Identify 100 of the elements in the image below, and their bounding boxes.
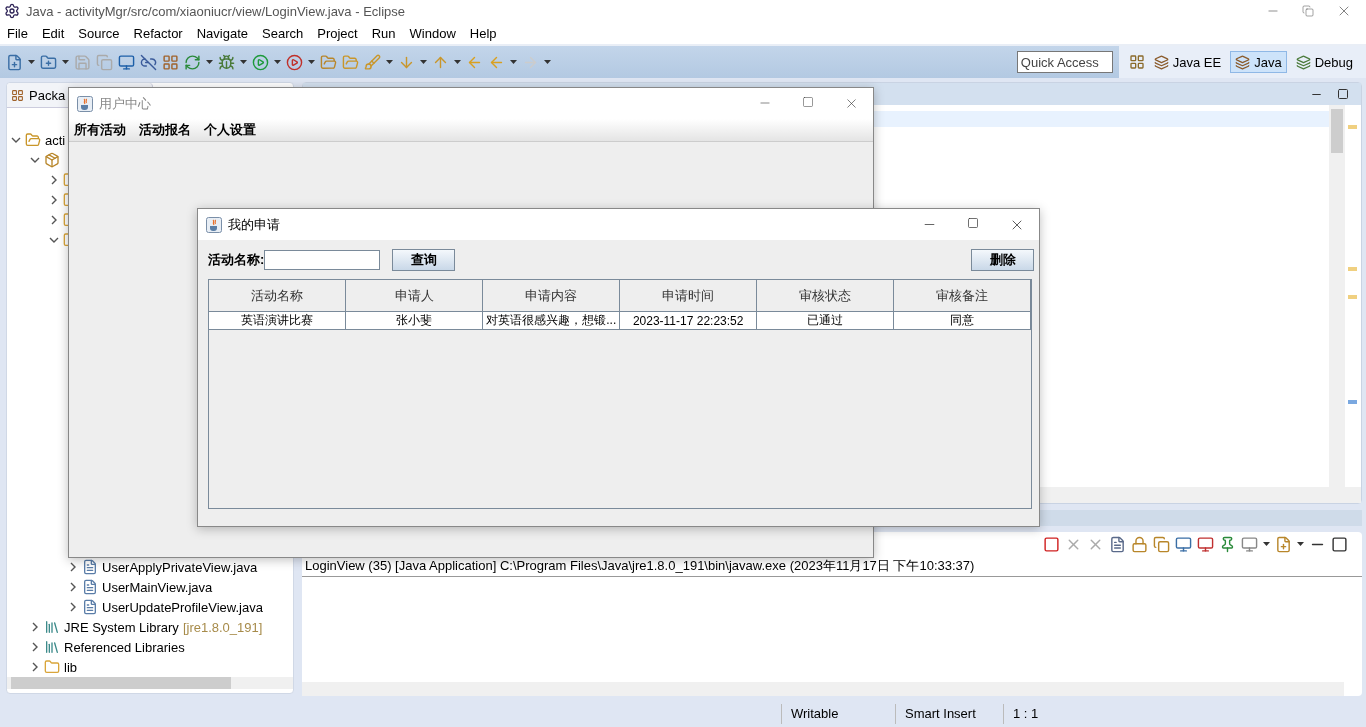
perspective-button[interactable]: Debug (1290, 51, 1358, 73)
pin-icon[interactable] (1219, 535, 1236, 553)
column-header[interactable]: 申请内容 (482, 280, 620, 312)
menu-item[interactable]: 活动报名 (139, 121, 191, 139)
scroll-lock-icon[interactable] (1131, 535, 1148, 553)
menu-item[interactable]: 所有活动 (74, 121, 126, 139)
vertical-scrollbar[interactable] (1329, 105, 1345, 487)
caret-icon[interactable] (206, 60, 213, 64)
perspective-button[interactable]: Java EE (1148, 51, 1227, 73)
tree-item[interactable]: JRE System Library (64, 619, 179, 635)
tree-item[interactable]: UserUpdateProfileView.java (102, 599, 263, 615)
caret-icon[interactable] (240, 60, 247, 64)
java-cup-icon (206, 216, 222, 233)
caret-icon[interactable] (544, 60, 551, 64)
show-error-icon[interactable] (1197, 535, 1214, 553)
menu-item[interactable]: Source (73, 25, 125, 41)
refresh-icon[interactable] (184, 53, 201, 71)
tree-item[interactable]: acti (45, 132, 66, 148)
menu-item[interactable]: Refactor (128, 25, 188, 41)
query-button[interactable]: 查询 (392, 249, 456, 271)
display-console-icon[interactable] (1241, 535, 1258, 553)
column-header[interactable]: 审核备注 (893, 280, 1031, 312)
chevron-right-icon[interactable] (68, 582, 78, 592)
stop-icon[interactable] (1043, 535, 1060, 553)
close-icon[interactable] (844, 96, 859, 111)
menu-item[interactable]: Project (312, 25, 363, 41)
perspective-button[interactable]: Java (1230, 51, 1287, 73)
caret-icon[interactable] (274, 60, 281, 64)
menu-item[interactable]: Run (366, 25, 401, 41)
menu-item[interactable]: Navigate (191, 25, 253, 41)
column-header[interactable]: 申请时间 (619, 280, 757, 312)
chevron-right-icon[interactable] (49, 195, 59, 205)
project-folder-icon (25, 132, 41, 148)
quick-access-field[interactable]: Quick Access (1016, 51, 1113, 73)
java-file-icon (82, 559, 98, 575)
caret-icon[interactable] (62, 60, 69, 64)
field-label: 活动名称: (208, 251, 265, 269)
activity-name-field[interactable] (264, 250, 381, 270)
chevron-right-icon[interactable] (68, 602, 78, 612)
run-config-icon[interactable] (286, 53, 303, 71)
chevron-right-icon[interactable] (49, 215, 59, 225)
bug-icon[interactable] (218, 53, 235, 71)
maximize-icon[interactable] (967, 216, 979, 229)
chevron-down-icon[interactable] (30, 155, 40, 165)
run-icon[interactable] (252, 53, 269, 71)
java-file-icon (82, 599, 98, 615)
caret-icon[interactable] (386, 60, 393, 64)
tree-item[interactable]: lib (64, 659, 77, 675)
monitor-icon[interactable] (118, 53, 135, 71)
tree-item[interactable]: UserApplyPrivateView.java (102, 559, 258, 575)
word-wrap-icon[interactable] (1153, 535, 1170, 553)
menu-item[interactable]: Edit (36, 25, 70, 41)
open-perspective-icon[interactable] (1128, 54, 1145, 70)
horizontal-scrollbar[interactable] (7, 677, 293, 689)
caret-icon[interactable] (308, 60, 315, 64)
column-header[interactable]: 申请人 (345, 280, 483, 312)
new-folder-icon[interactable] (40, 53, 57, 71)
caret-icon[interactable] (1263, 542, 1270, 546)
grid-icon[interactable] (162, 53, 179, 71)
status-field: Smart Insert (895, 703, 1003, 724)
status-field: Writable (781, 703, 895, 724)
java-file-icon (82, 579, 98, 595)
perspective-icon (1235, 54, 1251, 70)
open-console-icon[interactable] (1275, 535, 1292, 553)
chevron-down-icon[interactable] (49, 235, 59, 245)
link-icon[interactable] (140, 53, 157, 71)
caret-icon[interactable] (28, 60, 35, 64)
column-header[interactable]: 活动名称 (209, 280, 346, 312)
window-title: Java - activityMgr/src/com/xiaoniucr/view/LoginView.java - Eclipse (26, 3, 407, 19)
perspective-icon (1295, 54, 1311, 70)
new-file-icon[interactable] (6, 53, 23, 71)
tree-item[interactable]: Referenced Libraries (64, 639, 185, 655)
chevron-right-icon[interactable] (49, 175, 59, 185)
maximize-icon[interactable] (1337, 88, 1349, 100)
menu-item[interactable]: Help (464, 25, 502, 41)
chevron-right-icon[interactable] (30, 662, 40, 672)
menu-item[interactable]: Window (404, 25, 461, 41)
chevron-right-icon[interactable] (30, 642, 40, 652)
column-header[interactable]: 审核状态 (756, 280, 894, 312)
delete-button[interactable]: 删除 (971, 249, 1034, 271)
menu-item[interactable]: 个人设置 (204, 121, 256, 139)
perspective-icon (1153, 54, 1169, 70)
library-icon (44, 639, 60, 655)
chevron-down-icon[interactable] (11, 135, 21, 145)
caret-icon[interactable] (510, 60, 517, 64)
horizontal-scrollbar[interactable] (302, 682, 1344, 696)
caret-icon[interactable] (454, 60, 461, 64)
menu-item[interactable]: Search (257, 25, 309, 41)
status-field: 1 : 1 (1003, 703, 1093, 724)
tree-item[interactable]: UserMainView.java (102, 579, 213, 595)
show-output-icon[interactable] (1175, 535, 1192, 553)
chevron-right-icon[interactable] (30, 622, 40, 632)
maximize-icon[interactable] (1331, 535, 1348, 553)
window-title: 我的申请 (228, 215, 280, 234)
package-explorer-icon (11, 88, 24, 102)
menu-item[interactable]: File (2, 25, 33, 41)
clear-console-icon[interactable] (1109, 535, 1126, 553)
caret-icon[interactable] (420, 60, 427, 64)
caret-icon[interactable] (1297, 542, 1304, 546)
chevron-right-icon[interactable] (68, 562, 78, 572)
